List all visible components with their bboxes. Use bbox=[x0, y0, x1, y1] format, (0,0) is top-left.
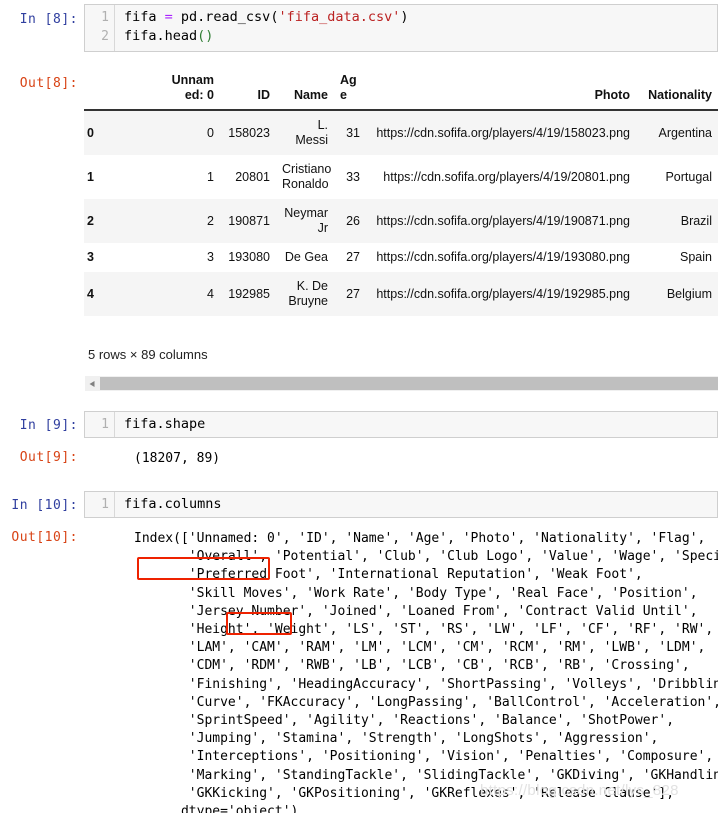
dataframe-horizontal-scrollbar[interactable] bbox=[85, 376, 718, 391]
cell-id: 20801 bbox=[235, 169, 270, 184]
prompt-out-8: Out[8]: bbox=[19, 76, 78, 91]
code-token: ) bbox=[400, 9, 409, 25]
table-body: 0 0 158023 L. Messi 31 https://cdn.sofif… bbox=[84, 110, 718, 316]
code-token: fifa bbox=[124, 9, 165, 25]
prompt-in-10: In [10]: bbox=[11, 498, 78, 513]
code-token: fifa.head bbox=[124, 28, 198, 44]
row-index: 1 bbox=[87, 169, 94, 184]
line-numbers-10: 1 bbox=[85, 492, 115, 517]
row-index: 0 bbox=[87, 125, 94, 140]
cell-id: 193080 bbox=[228, 250, 270, 264]
row-index: 4 bbox=[87, 286, 94, 301]
code-editor-8[interactable]: fifa = pd.read_csv('fifa_data.csv') fifa.… bbox=[115, 5, 717, 51]
table-row: 1 1 20801 Cristiano Ronaldo 33 https://c… bbox=[84, 155, 718, 199]
line-numbers-9: 1 bbox=[85, 412, 115, 437]
code-token-paren: () bbox=[197, 28, 214, 44]
code-cell-9[interactable]: 1 fifa.shape bbox=[84, 411, 718, 438]
cell-age: 33 bbox=[346, 169, 360, 184]
line-number: 1 bbox=[101, 10, 109, 25]
row-index: 2 bbox=[87, 213, 94, 228]
columns-index-output: Index(['Unnamed: 0', 'ID', 'Name', 'Age'… bbox=[134, 531, 718, 813]
cell-age: 26 bbox=[346, 213, 360, 228]
line-number: 1 bbox=[101, 417, 109, 432]
cell-unnamed-0: 2 bbox=[207, 213, 214, 228]
prompt-in-9: In [9]: bbox=[19, 418, 78, 433]
cell-photo: https://cdn.sofifa.org/players/4/19/2080… bbox=[383, 169, 630, 184]
cell-photo: https://cdn.sofifa.org/players/4/19/1930… bbox=[376, 250, 630, 264]
line-number: 2 bbox=[101, 29, 109, 44]
code-editor-9[interactable]: fifa.shape bbox=[115, 412, 717, 437]
table-header-row: Unnamed: 0 ID Name Age Photo Nationality… bbox=[84, 66, 718, 111]
cell-unnamed-0: 4 bbox=[207, 286, 214, 301]
dataframe-shape-caption: 5 rows × 89 columns bbox=[88, 347, 208, 362]
cell-name: Cristiano Ronaldo bbox=[282, 162, 332, 191]
table-head: Unnamed: 0 ID Name Age Photo Nationality… bbox=[84, 66, 718, 111]
dataframe-table: Unnamed: 0 ID Name Age Photo Nationality… bbox=[84, 66, 718, 316]
table-row: 3 3 193080 De Gea 27 https://cdn.sofifa.… bbox=[84, 243, 718, 272]
cell-unnamed-0: 3 bbox=[207, 250, 214, 264]
table-row: 0 0 158023 L. Messi 31 https://cdn.sofif… bbox=[84, 110, 718, 155]
cell-name: Neymar Jr bbox=[284, 206, 328, 235]
scrollbar-thumb[interactable] bbox=[100, 377, 718, 390]
col-header-name: Name bbox=[276, 66, 334, 111]
cell-name: De Gea bbox=[284, 250, 328, 264]
prompt-out-9: Out[9]: bbox=[19, 450, 78, 465]
cell-age: 27 bbox=[346, 286, 360, 301]
col-header-nationality: Nationality bbox=[636, 66, 718, 111]
watermark-text: https://blog.csdn.net/lys_828 bbox=[480, 782, 679, 799]
prompt-in-8: In [8]: bbox=[19, 12, 78, 27]
cell-unnamed-0: 1 bbox=[207, 169, 214, 184]
cell-age: 31 bbox=[346, 125, 360, 140]
cell-name: K. De Bruyne bbox=[288, 279, 328, 308]
prompt-out-10: Out[10]: bbox=[11, 530, 78, 545]
col-header-unnamed-0: Unnamed: 0 bbox=[162, 66, 220, 111]
col-header-photo: Photo bbox=[366, 66, 636, 111]
table-row: 2 2 190871 Neymar Jr 26 https://cdn.sofi… bbox=[84, 199, 718, 243]
scroll-left-arrow-icon[interactable] bbox=[85, 376, 99, 391]
code-token: pd.read_csv( bbox=[172, 9, 279, 25]
code-token-operator: = bbox=[164, 9, 173, 25]
col-header-id: ID bbox=[220, 66, 276, 111]
dataframe-output: Unnamed: 0 ID Name Age Photo Nationality… bbox=[84, 66, 718, 341]
cell-photo: https://cdn.sofifa.org/players/4/19/1908… bbox=[376, 213, 630, 228]
cell-age: 27 bbox=[346, 250, 360, 264]
col-header-index bbox=[84, 66, 162, 111]
cell-nationality: Belgium bbox=[666, 286, 712, 301]
line-number: 1 bbox=[101, 497, 109, 512]
cell-photo: https://cdn.sofifa.org/players/4/19/1580… bbox=[376, 125, 630, 140]
row-index: 3 bbox=[87, 250, 94, 264]
cell-nationality: Spain bbox=[680, 250, 712, 264]
cell-id: 158023 bbox=[228, 125, 270, 140]
code-token-string: 'fifa_data.csv' bbox=[278, 9, 401, 25]
table-row: 4 4 192985 K. De Bruyne 27 https://cdn.s… bbox=[84, 272, 718, 316]
cell-nationality: Brazil bbox=[680, 213, 712, 228]
code-cell-10[interactable]: 1 fifa.columns bbox=[84, 491, 718, 518]
shape-output-9: (18207, 89) bbox=[134, 451, 221, 466]
cell-id: 192985 bbox=[228, 286, 270, 301]
cell-nationality: Argentina bbox=[658, 125, 712, 140]
cell-unnamed-0: 0 bbox=[207, 125, 214, 140]
col-header-age: Age bbox=[334, 66, 366, 111]
code-cell-8[interactable]: 12 fifa = pd.read_csv('fifa_data.csv') fi… bbox=[84, 4, 718, 52]
line-numbers-8: 12 bbox=[85, 5, 115, 51]
notebook-page: In [8]: 12 fifa = pd.read_csv('fifa_data… bbox=[0, 0, 718, 813]
cell-id: 190871 bbox=[228, 213, 270, 228]
cell-nationality: Portugal bbox=[665, 169, 712, 184]
code-editor-10[interactable]: fifa.columns bbox=[115, 492, 717, 517]
cell-photo: https://cdn.sofifa.org/players/4/19/1929… bbox=[376, 286, 630, 301]
cell-name: L. Messi bbox=[295, 118, 328, 147]
